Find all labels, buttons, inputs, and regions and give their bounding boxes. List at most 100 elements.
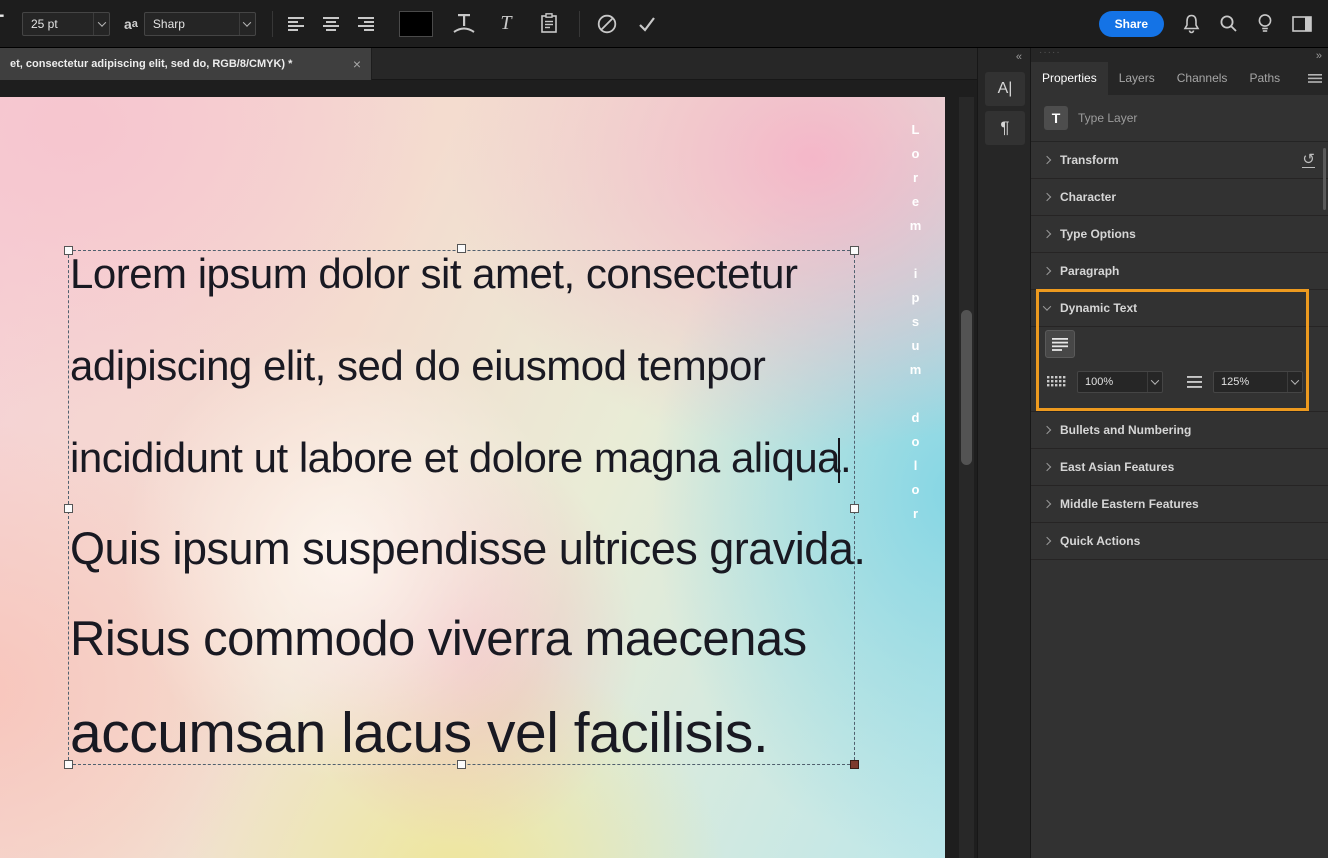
scale-chevron[interactable] [1147,372,1162,392]
close-tab-icon[interactable]: × [353,57,361,71]
divider [271,10,273,37]
toggle-panels-button[interactable] [535,10,563,38]
collapse-panels-icon[interactable]: » [1316,50,1322,62]
font-size-select[interactable]: 25 pt [22,11,110,36]
reset-transform-icon[interactable]: ↺ [1302,152,1315,168]
character-panel-icon: A| [997,80,1013,97]
chevron-right-icon [1042,229,1052,239]
text-color-swatch[interactable] [398,10,433,37]
transform-handle[interactable] [64,504,73,513]
type-options-bar: T 25 pt aa Sharp [0,0,1328,48]
font-size-chevron[interactable] [93,12,109,35]
notifications-button[interactable] [1182,10,1201,38]
script-type-icon: T [500,12,512,34]
text-lines-icon [1052,337,1068,351]
chevron-right-icon [1042,499,1052,509]
panel-grip-dots: ····· [1039,47,1061,58]
chevron-down-icon [243,17,252,27]
section-label: East Asian Features [1060,460,1175,474]
workspace-button[interactable] [1292,10,1312,38]
tab-layers[interactable]: Layers [1108,62,1166,95]
section-label: Type Options [1060,227,1136,241]
checkmark-icon [639,16,655,32]
transform-handle[interactable] [64,246,73,255]
divider [578,10,580,37]
warp-text-button[interactable] [449,10,479,38]
share-label: Share [1114,16,1148,31]
text-bounding-box[interactable] [64,244,859,769]
section-east-asian[interactable]: East Asian Features [1031,449,1328,486]
paragraph-panel-button[interactable]: ¶ [985,111,1025,145]
section-label: Transform [1060,153,1119,167]
tab-properties[interactable]: Properties [1031,62,1108,95]
chevron-right-icon [1042,155,1052,165]
discover-button[interactable] [1256,10,1274,38]
chevron-right-icon [1042,536,1052,546]
section-middle-eastern[interactable]: Middle Eastern Features [1031,486,1328,523]
cancel-edits-button[interactable] [592,10,622,38]
align-center-icon [322,16,339,31]
text-style-button[interactable]: T [493,10,519,38]
section-paragraph[interactable]: Paragraph [1031,253,1328,290]
type-tool-icon[interactable]: T [0,11,12,37]
character-panel-button[interactable]: A| [985,72,1025,106]
transform-handle[interactable] [457,244,466,253]
search-button[interactable] [1219,10,1238,38]
line-spacing-select[interactable]: 125% [1213,371,1303,393]
section-dynamic-text[interactable]: Dynamic Text [1031,290,1328,327]
align-center-button[interactable] [317,10,345,38]
font-size-value: 25 pt [31,16,58,31]
line-spacing-value: 125% [1221,376,1250,388]
canvas-area: Lorem ipsum dolor sit amet, consectetur … [0,80,977,858]
transform-handle[interactable] [850,504,859,513]
dynamic-text-toggle-button[interactable] [1045,330,1075,358]
layer-type-header: T Type Layer [1031,95,1328,142]
align-right-icon [357,16,374,31]
lightbulb-icon [1258,14,1272,32]
line-spacing-chevron[interactable] [1287,372,1302,392]
align-right-button[interactable] [351,10,379,38]
section-label: Middle Eastern Features [1060,497,1199,511]
bell-icon [1183,14,1200,33]
collapsed-panel-dock: « A| ¶ [977,48,1030,858]
scrollbar-thumb[interactable] [961,310,972,465]
section-type-options[interactable]: Type Options [1031,216,1328,253]
section-quick-actions[interactable]: Quick Actions [1031,523,1328,560]
panel-tab-bar: Properties Layers Channels Paths [1031,62,1328,95]
section-transform[interactable]: Transform ↺ [1031,142,1328,179]
type-layer-badge: T [1044,106,1068,130]
document-tab[interactable]: et, consectetur adipiscing elit, sed do,… [0,48,372,80]
character-paragraph-panels-icon [541,13,557,33]
chevron-down-icon [1150,376,1160,385]
leading-icon [1187,376,1202,388]
panel-scrollbar-thumb[interactable] [1323,148,1326,210]
transform-handle[interactable] [457,760,466,769]
commit-edits-button[interactable] [632,10,662,38]
text-scale-value: 100% [1085,376,1114,388]
canvas-vertical-scrollbar[interactable] [958,97,974,858]
tab-channels[interactable]: Channels [1166,62,1239,95]
hamburger-menu-icon [1308,74,1322,83]
transform-handle[interactable] [850,246,859,255]
transform-handle[interactable] [850,760,859,769]
chevron-right-icon [1042,266,1052,276]
document-canvas[interactable]: Lorem ipsum dolor sit amet, consectetur … [0,97,945,858]
panel-menu-button[interactable] [1308,74,1322,83]
tab-paths[interactable]: Paths [1238,62,1291,95]
expand-panels-icon[interactable]: « [1016,51,1022,63]
section-bullets-numbering[interactable]: Bullets and Numbering [1031,412,1328,449]
transform-handle[interactable] [64,760,73,769]
vertical-text-layer[interactable]: Lorem ipsum dolor [908,122,923,530]
anti-alias-chevron[interactable] [238,12,255,35]
type-tool-letter: T [0,11,4,35]
section-character[interactable]: Character [1031,179,1328,216]
photoshop-window: T 25 pt aa Sharp [0,0,1328,858]
document-tab-title: et, consectetur adipiscing elit, sed do,… [10,58,293,70]
align-left-button[interactable] [283,10,311,38]
share-button[interactable]: Share [1098,10,1164,37]
paragraph-panel-icon: ¶ [1000,118,1010,137]
panel-layout-icon [1292,15,1312,32]
text-scale-select[interactable]: 100% [1077,371,1163,393]
anti-alias-select[interactable]: Sharp [143,11,256,36]
warp-text-icon [453,13,475,33]
